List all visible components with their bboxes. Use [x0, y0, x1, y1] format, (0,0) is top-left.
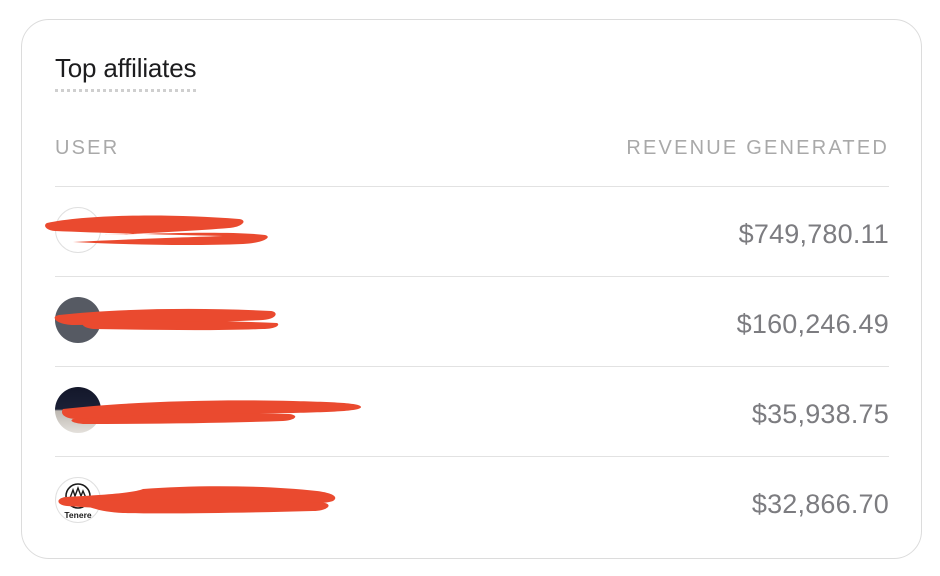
revenue-value: $32,866.70 [751, 489, 889, 519]
tenere-logo-icon: Tenere [64, 483, 92, 520]
avatar [55, 387, 101, 433]
table-row[interactable]: $749,780.11 [45, 186, 889, 276]
column-header-revenue: REVENUE GENERATED [626, 137, 889, 159]
table-row[interactable]: $35,938.75 [55, 366, 889, 456]
avatar: Tenere [55, 477, 101, 523]
revenue-value: $35,938.75 [751, 399, 889, 429]
revenue-value: $749,780.11 [738, 219, 889, 249]
column-header-user: USER [55, 137, 120, 159]
card-title[interactable]: Top affiliates [55, 53, 196, 92]
avatar [55, 207, 101, 253]
top-affiliates-card: Top affiliates USER REVENUE GENERATED $7… [21, 19, 922, 559]
avatar [55, 297, 101, 343]
avatar-logo-text: Tenere [64, 510, 92, 520]
revenue-value: $160,246.49 [736, 309, 889, 339]
table-row[interactable]: Tenere $32,866.70 [55, 456, 889, 546]
affiliates-table: $749,780.11 $160,246.49 $35,938.75 Tener… [45, 186, 889, 546]
table-row[interactable]: $160,246.49 [54, 276, 889, 366]
